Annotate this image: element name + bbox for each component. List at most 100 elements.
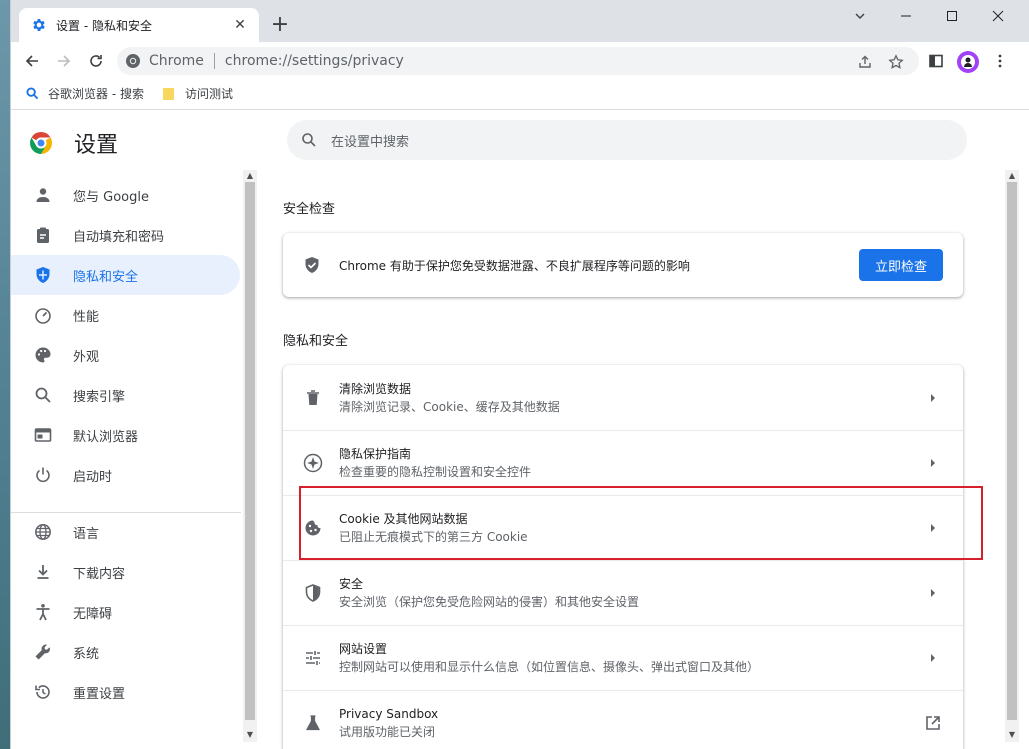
sidebar-item-label: 无障碍: [73, 606, 113, 622]
sidebar-item-system[interactable]: 系统: [11, 632, 240, 672]
new-tab-button[interactable]: +: [269, 11, 291, 37]
settings-header: 设置: [29, 127, 118, 159]
site-settings-row[interactable]: 网站设置 控制网站可以使用和显示什么信息（如位置信息、摄像头、弹出式窗口及其他）: [283, 625, 963, 690]
sidebar-item-downloads[interactable]: 下载内容: [11, 552, 240, 592]
plus-icon: +: [270, 11, 290, 37]
scroll-down-icon[interactable]: ▼: [1007, 730, 1017, 740]
flask-icon: [303, 713, 323, 733]
scrollbar-thumb[interactable]: [1007, 182, 1017, 720]
sidebar-item-label: 启动时: [73, 469, 113, 485]
download-icon: [33, 562, 53, 582]
tab-settings[interactable]: 设置 - 隐私和安全 ✕: [19, 8, 259, 42]
chevron-right-icon: [923, 648, 943, 668]
sidebar-item-reset[interactable]: 重置设置: [11, 672, 240, 712]
scrollbar-thumb[interactable]: [245, 182, 255, 720]
more-vert-icon: [998, 54, 1002, 68]
close-window-button[interactable]: [975, 0, 1021, 32]
scroll-down-icon[interactable]: ▼: [245, 730, 255, 740]
clear-browsing-data-row[interactable]: 清除浏览数据 清除浏览记录、Cookie、缓存及其他数据: [283, 365, 963, 430]
clipboard-icon: [33, 225, 53, 245]
sidebar-item-default-browser[interactable]: 默认浏览器: [11, 415, 240, 455]
reload-icon: [90, 55, 102, 67]
check-now-button[interactable]: 立即检查: [859, 249, 943, 281]
profile-avatar[interactable]: [957, 51, 979, 73]
security-row[interactable]: 安全 安全浏览（保护您免受危险网站的侵害）和其他安全设置: [283, 560, 963, 625]
scroll-up-icon[interactable]: ▲: [245, 171, 255, 181]
bookmark-label: 谷歌浏览器 - 搜索: [48, 87, 144, 101]
palette-icon: [33, 345, 53, 365]
browser-icon: [33, 425, 53, 445]
globe-icon: [33, 522, 53, 542]
side-panel-button[interactable]: [923, 48, 949, 74]
row-text: 清除浏览数据 清除浏览记录、Cookie、缓存及其他数据: [339, 380, 923, 416]
scroll-up-icon[interactable]: ▲: [1007, 171, 1017, 181]
row-subtitle: 检查重要的隐私控制设置和安全控件: [339, 465, 532, 479]
settings-search-input[interactable]: 在设置中搜索: [287, 120, 967, 160]
browser-window: 设置 - 隐私和安全 ✕ + Chrome chrome://settings/…: [10, 0, 1029, 749]
sidebar-item-privacy[interactable]: 隐私和安全: [11, 255, 240, 295]
chevron-down-icon: [855, 13, 865, 19]
maximize-icon: [947, 11, 957, 21]
sidebar-item-languages[interactable]: 语言: [11, 512, 240, 552]
gear-icon: [31, 17, 47, 33]
sidebar-item-search-engine[interactable]: 搜索引擎: [11, 375, 240, 415]
address-bar[interactable]: Chrome chrome://settings/privacy: [117, 47, 919, 75]
settings-page: 设置 在设置中搜索 您与 Google 自动填充和密码 隐私和安全 性能 外观 …: [11, 111, 1029, 749]
share-button[interactable]: [854, 51, 876, 73]
sidebar-item-label: 默认浏览器: [73, 429, 139, 445]
wrench-icon: [33, 642, 53, 662]
maximize-button[interactable]: [929, 0, 975, 32]
menu-button[interactable]: [987, 48, 1013, 74]
accessibility-icon: [33, 602, 53, 622]
safety-check-card: Chrome 有助于保护您免受数据泄露、不良扩展程序等问题的影响 立即检查: [283, 233, 963, 297]
reload-button[interactable]: [83, 48, 109, 74]
main-scrollbar[interactable]: ▲ ▼: [1005, 170, 1019, 742]
search-icon: [24, 86, 40, 102]
shield-half-icon: [303, 583, 323, 603]
sidebar-item-on-startup[interactable]: 启动时: [11, 455, 240, 495]
sidebar-item-performance[interactable]: 性能: [11, 295, 240, 335]
bookmark-folder[interactable]: 访问测试: [161, 85, 233, 102]
minimize-button[interactable]: [883, 0, 929, 32]
minimize-icon: [901, 15, 911, 17]
tab-search-button[interactable]: [837, 0, 883, 32]
row-title: 清除浏览数据: [339, 381, 412, 396]
row-text: 网站设置 控制网站可以使用和显示什么信息（如位置信息、摄像头、弹出式窗口及其他）: [339, 640, 923, 676]
site-label: Chrome: [149, 53, 204, 69]
back-button[interactable]: [19, 48, 45, 74]
safety-check-description: Chrome 有助于保护您免受数据泄露、不良扩展程序等问题的影响: [339, 258, 690, 273]
forward-button[interactable]: [51, 48, 77, 74]
close-icon: [992, 10, 1004, 22]
omnibox-separator: [213, 53, 215, 69]
bookmark-label: 访问测试: [185, 87, 234, 101]
sidebar-item-label: 隐私和安全: [73, 269, 139, 285]
chevron-right-icon: [923, 388, 943, 408]
desktop-background: [0, 0, 10, 749]
person-icon: [33, 185, 53, 205]
safety-check-heading: 安全检查: [283, 202, 336, 217]
bookmark-item[interactable]: 谷歌浏览器 - 搜索: [24, 85, 144, 102]
sidebar-item-label: 系统: [73, 646, 100, 662]
folder-icon: [161, 86, 177, 102]
row-subtitle: 试用版功能已关闭: [339, 725, 436, 739]
sidebar-item-label: 性能: [73, 309, 100, 325]
tab-title: 设置 - 隐私和安全: [56, 18, 152, 33]
sidebar-item-you-and-google[interactable]: 您与 Google: [11, 175, 240, 215]
bookmark-star-button[interactable]: [885, 51, 907, 73]
privacy-sandbox-row[interactable]: Privacy Sandbox 试用版功能已关闭: [283, 690, 963, 749]
privacy-heading: 隐私和安全: [283, 334, 349, 349]
bookmarks-bar: 谷歌浏览器 - 搜索 访问测试: [11, 79, 1029, 110]
sidebar-item-accessibility[interactable]: 无障碍: [11, 592, 240, 632]
shield-icon: [33, 265, 53, 285]
sidebar-item-autofill[interactable]: 自动填充和密码: [11, 215, 240, 255]
avatar-icon: [961, 55, 975, 69]
close-tab-button[interactable]: ✕: [231, 16, 249, 34]
sidebar-item-appearance[interactable]: 外观: [11, 335, 240, 375]
sidebar-item-label: 下载内容: [73, 566, 126, 582]
sidebar-item-label: 自动填充和密码: [73, 229, 165, 245]
sidebar-scrollbar[interactable]: ▲ ▼: [243, 170, 257, 742]
row-title: 隐私保护指南: [339, 447, 412, 461]
highlight-annotation-box: [299, 486, 983, 560]
sidebar-item-label: 外观: [73, 349, 100, 365]
url-text: chrome://settings/privacy: [224, 53, 404, 69]
